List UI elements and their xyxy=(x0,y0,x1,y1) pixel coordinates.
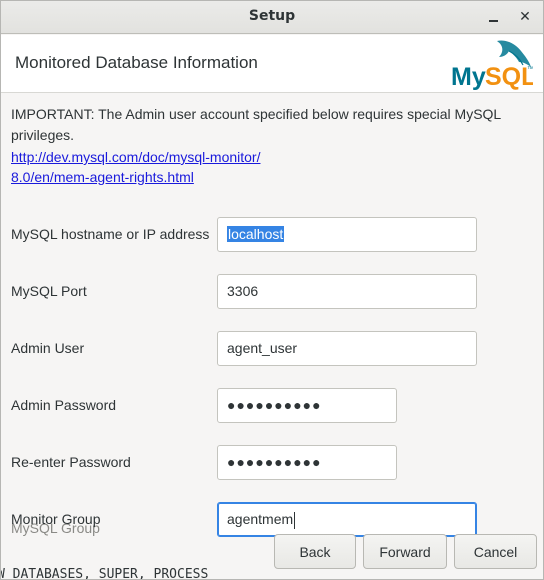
reenter-password-value: ●●●●●●●●●● xyxy=(227,454,322,470)
link-line-2[interactable]: 8.0/en/mem-agent-rights.html xyxy=(11,167,311,187)
window-title: Setup xyxy=(248,8,296,24)
privileges-notice: IMPORTANT: The Admin user account specif… xyxy=(11,106,501,143)
setup-window: Setup ✕ Monitored Database Information M… xyxy=(0,0,544,580)
logo-my-text: My xyxy=(451,63,486,91)
forward-button[interactable]: Forward xyxy=(363,534,447,569)
port-label: MySQL Port xyxy=(11,283,87,299)
monitor-group-value: agentmem xyxy=(227,511,294,527)
admin-password-label: Admin Password xyxy=(11,397,117,413)
close-icon: ✕ xyxy=(519,9,531,25)
close-button[interactable]: ✕ xyxy=(514,6,536,28)
logo-tm: ™ xyxy=(527,66,533,73)
page-header: Monitored Database Information My SQL ™ xyxy=(1,35,543,93)
page-title: Monitored Database Information xyxy=(15,53,258,72)
admin-password-input[interactable]: ●●●●●●●●●● xyxy=(217,388,397,423)
cancel-button[interactable]: Cancel xyxy=(454,534,537,569)
port-value: 3306 xyxy=(227,283,259,299)
privileges-doc-link[interactable]: http://dev.mysql.com/doc/mysql-monitor/ … xyxy=(11,147,311,187)
form-area: IMPORTANT: The Admin user account specif… xyxy=(0,94,543,580)
back-button[interactable]: Back xyxy=(274,534,356,569)
background-console-text: W DATABASES, SUPER, PROCESS xyxy=(0,567,209,580)
port-input[interactable]: 3306 xyxy=(217,274,477,309)
admin-user-label: Admin User xyxy=(11,340,85,356)
hostname-input[interactable]: localhost xyxy=(217,217,477,252)
monitor-group-input[interactable]: agentmem xyxy=(217,502,477,537)
monitor-group-label: Monitor Group xyxy=(11,511,101,527)
title-bar[interactable]: Setup ✕ xyxy=(1,1,543,34)
reenter-password-label: Re-enter Password xyxy=(11,454,131,470)
minimize-icon xyxy=(488,20,498,22)
admin-password-value: ●●●●●●●●●● xyxy=(227,397,322,413)
mysql-logo: My SQL ™ xyxy=(451,40,533,91)
minimize-button[interactable] xyxy=(482,6,504,28)
text-caret xyxy=(294,511,296,529)
link-line-1[interactable]: http://dev.mysql.com/doc/mysql-monitor/ xyxy=(11,147,311,167)
logo-sql-text: SQL xyxy=(485,63,533,91)
admin-user-input[interactable]: agent_user xyxy=(217,331,477,366)
admin-user-value: agent_user xyxy=(227,340,298,356)
reenter-password-input[interactable]: ●●●●●●●●●● xyxy=(217,445,397,480)
hostname-label: MySQL hostname or IP address xyxy=(11,226,210,242)
hostname-value: localhost xyxy=(227,226,285,242)
